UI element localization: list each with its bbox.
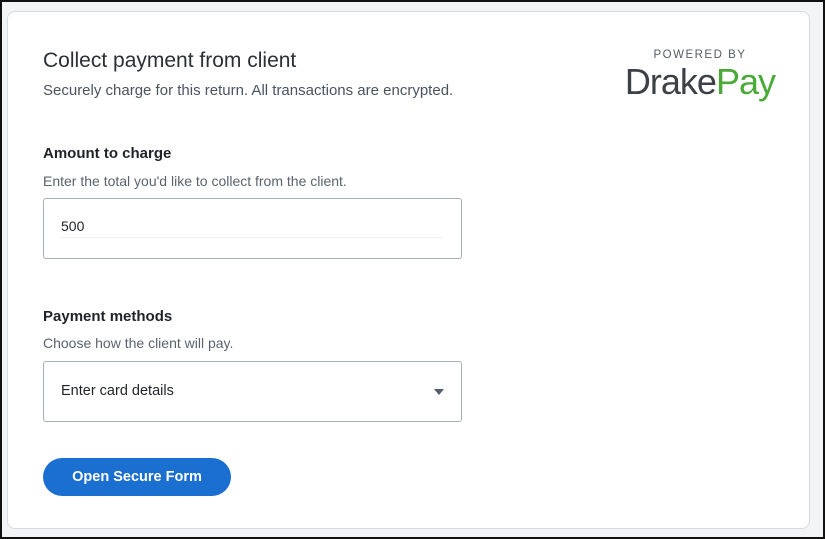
brand-wordmark: DrakePay bbox=[624, 61, 776, 102]
page-title: Collect payment from client bbox=[43, 49, 297, 72]
payment-methods-help-text: Choose how the client will pay. bbox=[43, 335, 234, 351]
payment-methods-label: Payment methods bbox=[43, 308, 173, 325]
amount-help-text: Enter the total you'd like to collect fr… bbox=[43, 173, 347, 189]
payment-method-select[interactable]: Enter card details bbox=[43, 361, 462, 422]
open-secure-form-button[interactable]: Open Secure Form bbox=[43, 458, 231, 496]
page-subtitle: Securely charge for this return. All tra… bbox=[43, 82, 454, 99]
powered-by-label: POWERED BY bbox=[653, 49, 747, 61]
amount-input[interactable] bbox=[60, 215, 443, 238]
brand-name-drake: Drake bbox=[624, 61, 717, 102]
brand-name-pay: Pay bbox=[715, 61, 776, 102]
payment-method-selected-value: Enter card details bbox=[61, 383, 174, 399]
chevron-down-icon bbox=[434, 389, 444, 395]
amount-field[interactable] bbox=[43, 198, 462, 259]
amount-label: Amount to charge bbox=[43, 145, 172, 162]
drakepay-logo: POWERED BY DrakePay bbox=[624, 48, 776, 102]
payment-card: Collect payment from client Securely cha… bbox=[7, 11, 810, 529]
